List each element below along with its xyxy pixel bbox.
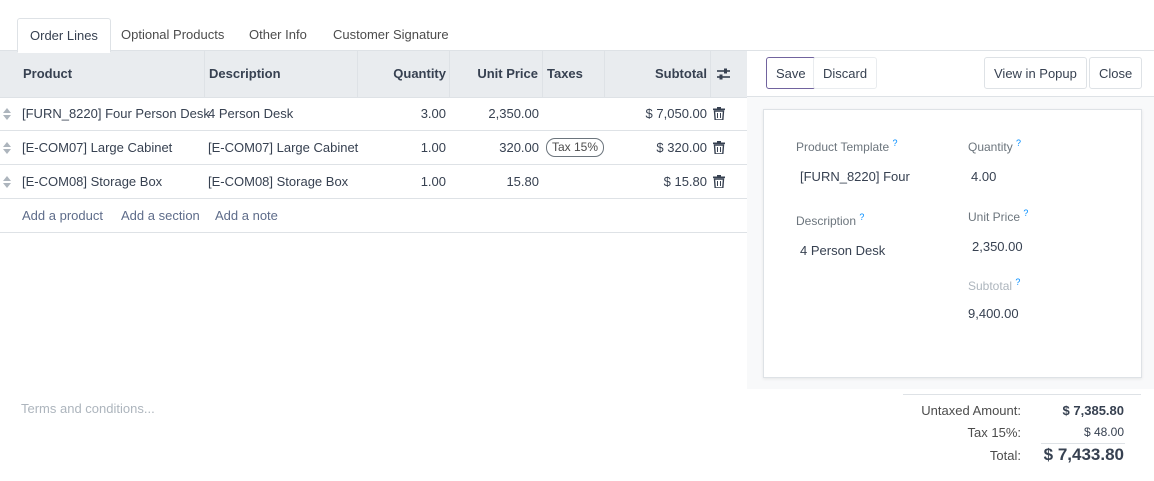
column-header-subtotal[interactable]: Subtotal xyxy=(608,51,707,97)
description-field[interactable]: 4 Person Desk xyxy=(800,243,885,258)
help-tooltip-icon[interactable]: ? xyxy=(1015,277,1020,287)
line-edit-card: Product Template ? [FURN_8220] Four Quan… xyxy=(763,109,1142,378)
row-description: [E-COM08] Storage Box xyxy=(208,174,349,189)
help-tooltip-icon[interactable]: ? xyxy=(1023,208,1028,218)
unit-price-label: Unit Price ? xyxy=(968,208,1029,224)
product-template-label: Product Template ? xyxy=(796,138,898,154)
total-value: $ 7,433.80 xyxy=(1043,445,1124,464)
view-in-popup-button[interactable]: View in Popup xyxy=(984,57,1087,89)
column-settings-icon[interactable] xyxy=(716,67,731,81)
quantity-label: Quantity ? xyxy=(968,138,1022,154)
row-unit-price: 320.00 xyxy=(499,140,539,155)
subtotal-value: 9,400.00 xyxy=(968,306,1019,321)
unit-price-field[interactable]: 2,350.00 xyxy=(972,239,1023,254)
totals-divider xyxy=(903,394,1141,395)
table-row[interactable]: [E-COM07] Large Cabinet [E-COM07] Large … xyxy=(0,131,747,165)
column-divider xyxy=(710,51,711,97)
table-row[interactable]: [E-COM08] Storage Box [E-COM08] Storage … xyxy=(0,165,747,199)
column-header-taxes[interactable]: Taxes xyxy=(547,51,583,97)
column-divider xyxy=(204,51,205,97)
row-quantity: 1.00 xyxy=(420,174,446,189)
row-unit-price: 2,350.00 xyxy=(488,106,539,121)
notebook-tabs: Order Lines Optional Products Other Info… xyxy=(0,0,1154,53)
row-unit-price: 15.80 xyxy=(506,174,539,189)
column-divider xyxy=(357,51,358,97)
add-line-row: Add a product Add a section Add a note xyxy=(0,199,747,233)
column-header-quantity[interactable]: Quantity xyxy=(360,51,446,97)
table-row[interactable]: [FURN_8220] Four Person Desk 4 Person De… xyxy=(0,97,747,131)
row-product: [E-COM07] Large Cabinet xyxy=(22,140,173,155)
row-description: [E-COM07] Large Cabinet xyxy=(208,140,359,155)
row-subtotal: $ 7,050.00 xyxy=(645,106,707,121)
quantity-field[interactable]: 4.00 xyxy=(971,169,996,184)
table-header: Product Description Quantity Unit Price … xyxy=(0,51,747,98)
drag-handle-icon[interactable] xyxy=(3,176,11,188)
row-product: [FURN_8220] Four Person Desk xyxy=(22,106,210,121)
description-label: Description ? xyxy=(796,212,865,228)
tab-optional-products[interactable]: Optional Products xyxy=(109,18,236,51)
untaxed-amount-label: Untaxed Amount: xyxy=(921,403,1021,418)
tab-order-lines[interactable]: Order Lines xyxy=(17,18,111,53)
trash-icon[interactable] xyxy=(713,141,725,154)
product-template-field[interactable]: [FURN_8220] Four xyxy=(800,169,910,184)
tax-label: Tax 15%: xyxy=(967,425,1021,440)
tab-other-info[interactable]: Other Info xyxy=(237,18,319,51)
drag-handle-icon[interactable] xyxy=(3,142,11,154)
discard-button[interactable]: Discard xyxy=(813,57,878,89)
subtotal-label: Subtotal ? xyxy=(968,277,1021,293)
tax-badge: Tax 15% xyxy=(546,138,605,157)
total-label: Total: xyxy=(989,448,1021,463)
row-quantity: 3.00 xyxy=(420,106,446,121)
total-divider xyxy=(1041,443,1125,444)
row-quantity: 1.00 xyxy=(420,140,446,155)
help-tooltip-icon[interactable]: ? xyxy=(1016,138,1021,148)
row-subtotal: $ 320.00 xyxy=(656,140,707,155)
save-button[interactable]: Save xyxy=(766,57,816,89)
add-section-link[interactable]: Add a section xyxy=(121,199,200,232)
tab-customer-signature[interactable]: Customer Signature xyxy=(321,18,461,51)
untaxed-amount-value: $ 7,385.80 xyxy=(1062,403,1124,418)
column-header-unit-price[interactable]: Unit Price xyxy=(452,51,538,97)
add-product-link[interactable]: Add a product xyxy=(22,199,103,232)
terms-and-conditions-field[interactable]: Terms and conditions... xyxy=(21,401,155,416)
tax-value: $ 48.00 xyxy=(1083,425,1124,439)
column-divider xyxy=(542,51,543,97)
close-button[interactable]: Close xyxy=(1089,57,1143,89)
row-taxes: Tax 15% xyxy=(546,131,605,164)
row-product: [E-COM08] Storage Box xyxy=(22,174,163,189)
column-header-product[interactable]: Product xyxy=(23,51,72,97)
line-edit-toolbar: Save Discard View in Popup Close xyxy=(747,51,1154,97)
add-note-link[interactable]: Add a note xyxy=(215,199,278,232)
row-description: 4 Person Desk xyxy=(208,106,294,121)
row-subtotal: $ 15.80 xyxy=(663,174,707,189)
line-edit-panel: Product Template ? [FURN_8220] Four Quan… xyxy=(747,97,1154,389)
trash-icon[interactable] xyxy=(713,107,725,120)
trash-icon[interactable] xyxy=(713,175,725,188)
help-tooltip-icon[interactable]: ? xyxy=(893,138,898,148)
column-divider xyxy=(604,51,605,97)
drag-handle-icon[interactable] xyxy=(3,108,11,120)
help-tooltip-icon[interactable]: ? xyxy=(859,212,864,222)
column-header-description[interactable]: Description xyxy=(209,51,281,97)
column-divider xyxy=(449,51,450,97)
